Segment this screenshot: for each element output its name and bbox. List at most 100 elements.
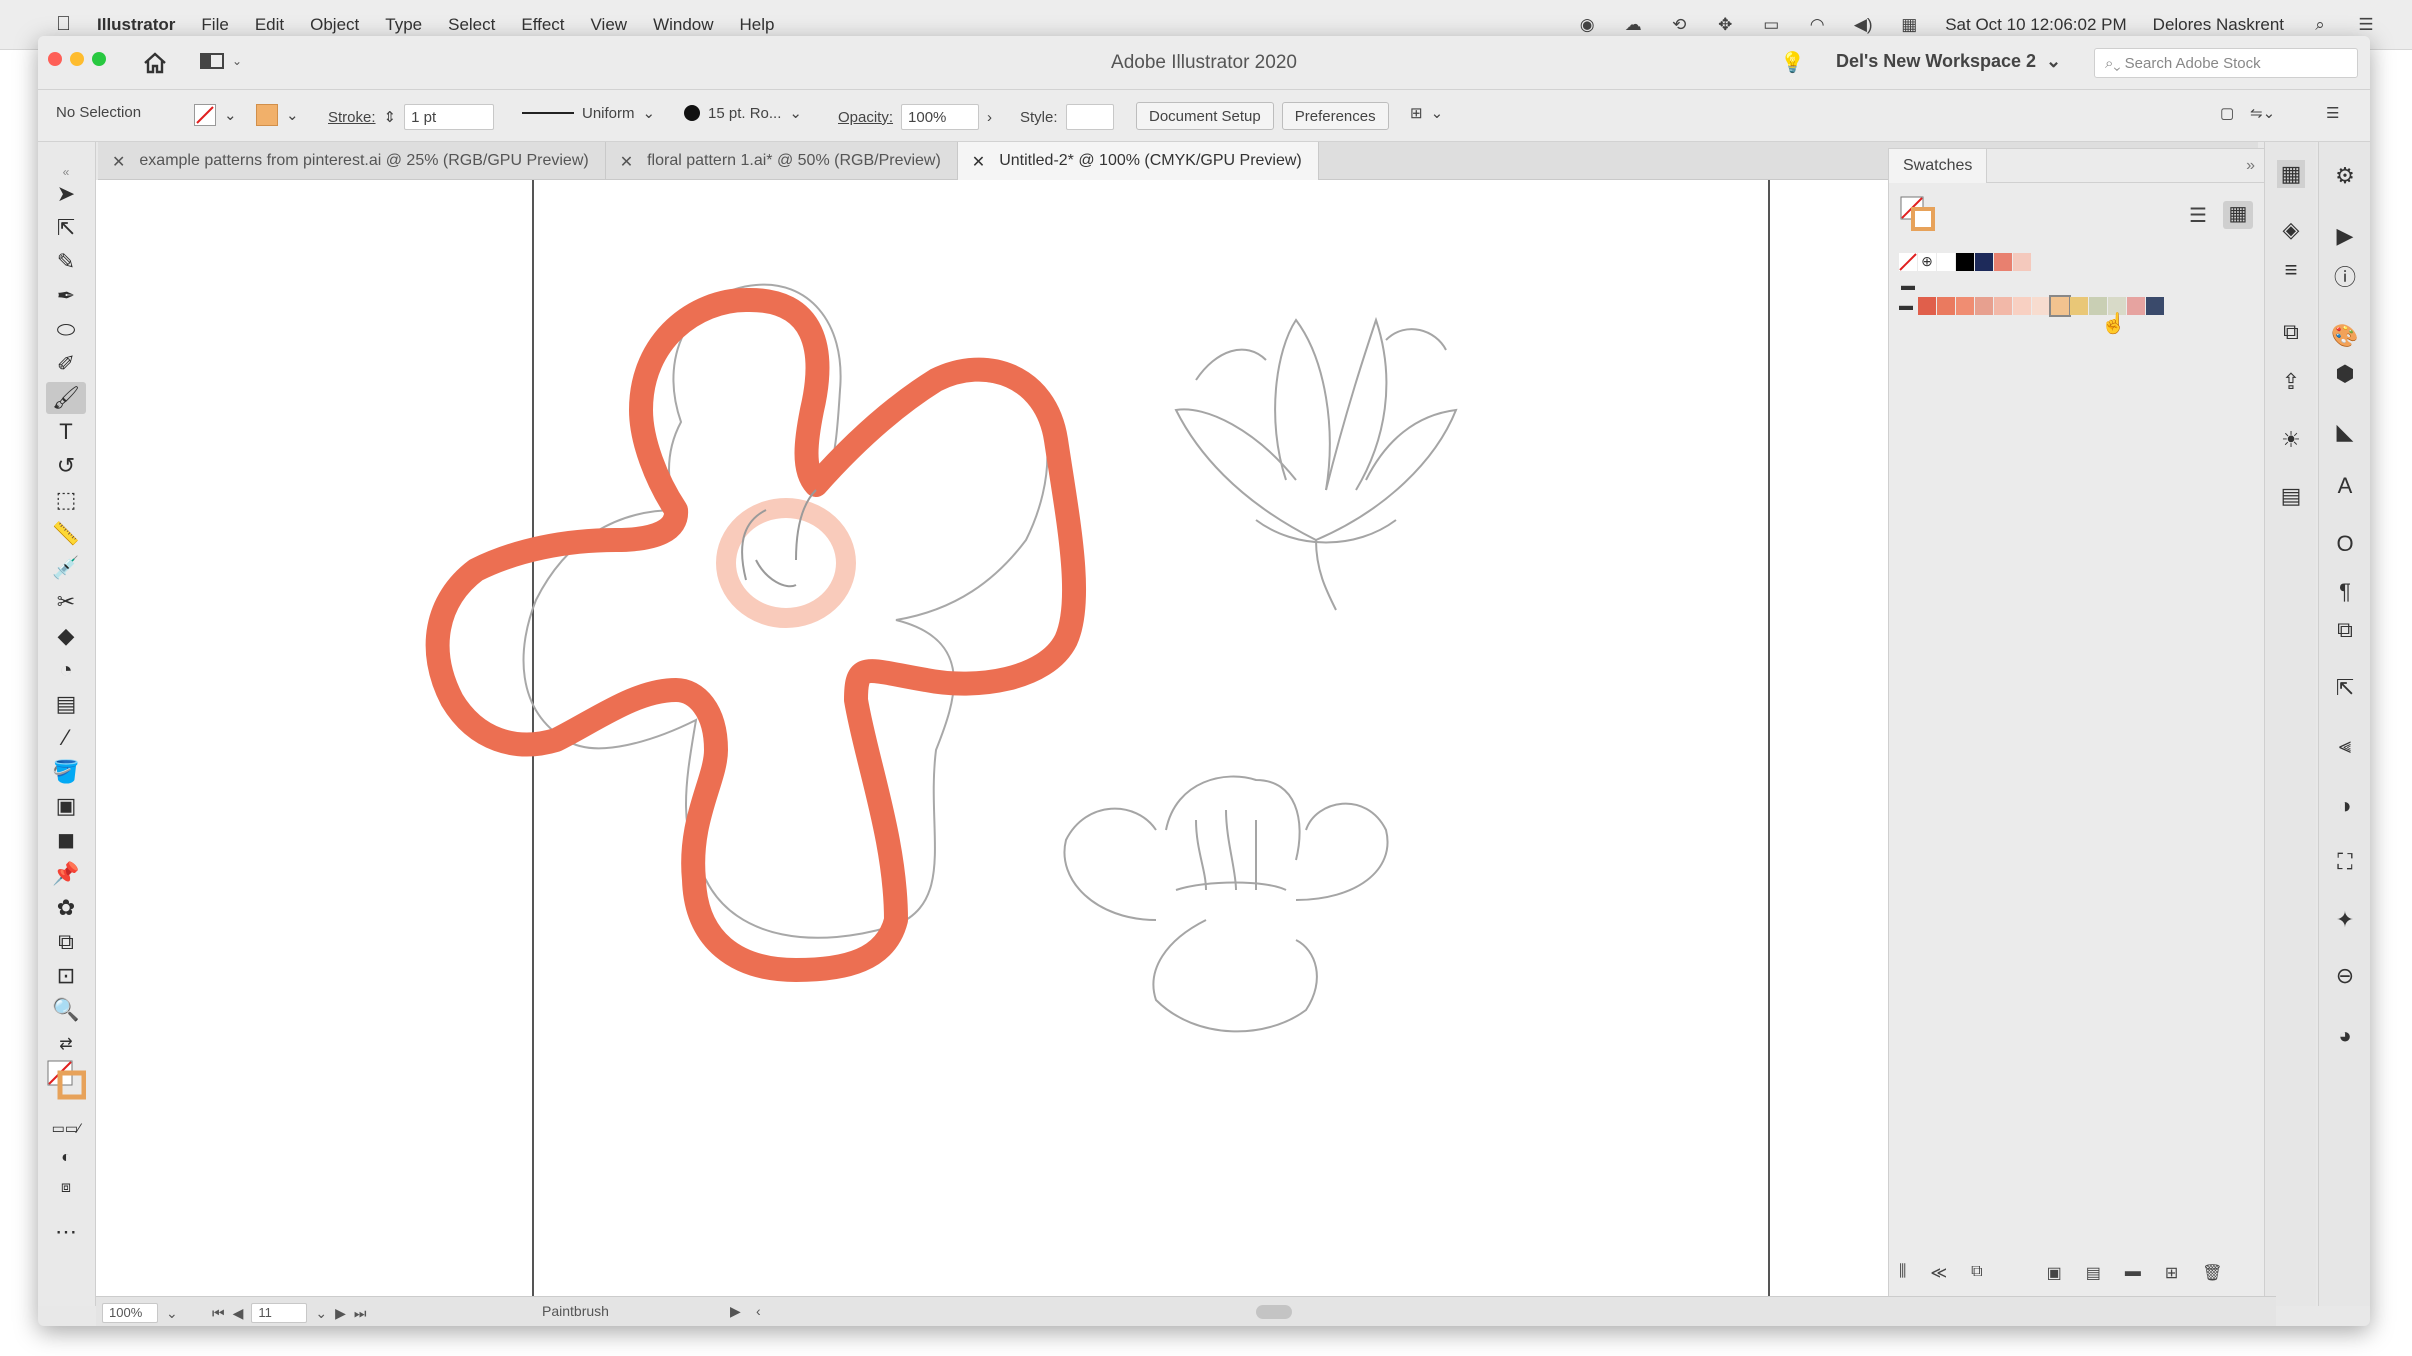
appearance-icon[interactable]: ☀ [2277,426,2305,454]
free-transform-tool-icon[interactable]: ⬚ [46,484,86,516]
stroke-color-control[interactable]: ⌄ [256,104,299,126]
menu-app[interactable]: Illustrator [97,15,175,35]
artboard-number-field[interactable]: 11 [251,1303,308,1323]
first-artboard-icon[interactable]: ⏮ [212,1305,225,1322]
menu-window[interactable]: Window [653,15,713,35]
swatch-group-13[interactable] [2146,297,2164,315]
folder-icon[interactable]: ▬ [2125,1263,2141,1283]
calendar-icon[interactable]: ▦ [1899,15,1919,35]
grid-view-icon[interactable]: ▦ [2223,201,2253,229]
pathfinder-icon[interactable]: ⧉ [2331,616,2359,644]
swatch-registration[interactable]: ⊕ [1918,253,1936,271]
folder-icon[interactable]: ▬ [1901,277,1915,293]
layers-icon[interactable]: ◈ [2277,216,2305,244]
stroke-weight-field[interactable]: 1 pt [404,104,495,130]
swatch-options-icon[interactable]: ▣ [2047,1263,2062,1283]
wifi-icon[interactable]: ◠ [1807,15,1827,35]
user-name[interactable]: Delores Naskrent [2153,15,2284,35]
tab-floral-pattern[interactable]: ✕ floral pattern 1.ai* @ 50% (RGB/Previe… [606,142,958,180]
menu-edit[interactable]: Edit [255,15,284,35]
swatch-group-1[interactable] [1918,297,1936,315]
search-adobe-stock-input[interactable]: ⌕⌄ Search Adobe Stock [2094,48,2358,78]
transform-icon[interactable]: ⛶ [2331,848,2359,876]
swatch-group-3[interactable] [1956,297,1974,315]
chevron-down-icon[interactable]: ⌄ [315,1305,327,1322]
delete-swatch-icon[interactable]: 🗑 [2202,1263,2222,1283]
perspective-tool-icon[interactable]: ▣ [46,790,86,822]
links-panel-icon[interactable]: ▤ [2277,482,2305,510]
align-options-button[interactable]: ⊞ ⌄ [1410,104,1443,122]
color-picker-tool-icon[interactable]: ⁄ [46,722,86,754]
swatch-libraries-icon[interactable]: ⫼ [1899,1263,1906,1283]
shape-builder-tool-icon[interactable]: ◔ [46,654,86,686]
notification-center-icon[interactable]: ☰ [2356,15,2376,35]
ellipse-tool-icon[interactable]: ⬭ [46,314,86,346]
menu-effect[interactable]: Effect [521,15,564,35]
artboards-icon[interactable]: ⧉ [2277,318,2305,346]
asset-export-icon[interactable]: ⇪ [2277,368,2305,396]
variable-width-profile[interactable]: Uniform ⌄ [522,104,655,122]
swatch-black[interactable] [1956,253,1974,271]
expand-panel-icon[interactable]: » [2246,157,2255,175]
menu-type[interactable]: Type [385,15,422,35]
swatches-tab[interactable]: Swatches [1889,148,1988,183]
swatch-blush[interactable] [2013,253,2031,271]
fill-control[interactable]: ⌄ [194,104,237,126]
pin-tool-icon[interactable]: 📌 [46,858,86,890]
swatch-group-5[interactable] [1994,297,2012,315]
opentype-icon[interactable]: O [2331,530,2359,558]
record-icon[interactable]: ◉ [1577,15,1597,35]
chevron-right-icon[interactable]: › [987,109,992,126]
canvas[interactable] [96,180,1924,1300]
brush-definition[interactable]: 15 pt. Ro... ⌄ [684,104,802,122]
creative-cloud-icon[interactable]: ☁ [1623,15,1643,35]
arrange-icon[interactable]: ▢ [2220,104,2234,122]
symbol-sprayer-tool-icon[interactable]: ✿ [46,892,86,924]
pencil-tool-icon[interactable]: ✐ [46,348,86,380]
eyedropper-tool-icon[interactable]: 💉 [46,552,86,584]
rotate-tool-icon[interactable]: ↺ [46,450,86,482]
paintbrush-tool-icon[interactable]: 🖌 [46,382,86,414]
blend-tool-icon[interactable]: ⧉ [46,926,86,958]
actions-play-icon[interactable]: ▶ [2331,222,2359,250]
direct-selection-tool-icon[interactable]: ⇱ [46,212,86,244]
eraser-tool-icon[interactable]: ◆ [46,620,86,652]
draw-mode-icon[interactable]: ◐ [46,1142,86,1174]
swatch-group-6[interactable] [2013,297,2031,315]
links-icon[interactable]: ⊖ [2331,962,2359,990]
previous-artboard-icon[interactable]: ◀ [233,1305,244,1322]
swatch-navy[interactable] [1975,253,1993,271]
menu-file[interactable]: File [201,15,228,35]
transparency-icon[interactable]: ◑ [2331,792,2359,820]
align-panel-icon[interactable]: ⫷ [2331,732,2359,760]
swatch-group-12[interactable] [2127,297,2145,315]
gradient-tool-icon[interactable]: ▤ [46,688,86,720]
color-palette-icon[interactable]: 🎨 [2331,322,2359,350]
zoom-tool-icon[interactable]: 🔍 [46,994,86,1026]
info-icon[interactable]: ⓘ [2331,262,2359,290]
swatches-panel-icon[interactable]: ▦ [2277,160,2305,188]
scroll-left-icon[interactable]: ‹ [756,1303,761,1319]
zoom-field[interactable]: 100% [102,1303,158,1323]
graphic-style-picker[interactable] [1065,104,1114,130]
close-icon[interactable]: ✕ [620,152,633,180]
paragraph-icon[interactable]: ¶ [2331,578,2359,606]
menu-view[interactable]: View [591,15,628,35]
move-icon[interactable]: ✥ [1715,15,1735,35]
new-color-group-icon[interactable]: ▤ [2086,1263,2101,1283]
status-menu-arrow-icon[interactable]: ▶ [730,1303,741,1320]
stroke-label[interactable]: Stroke: [328,109,376,126]
swatch-none[interactable] [1899,253,1917,271]
swatch-white[interactable] [1937,253,1955,271]
color-group-folder-icon[interactable]: ▬ [1899,297,1917,315]
swatch-group-8[interactable] [2049,295,2071,317]
clock[interactable]: Sat Oct 10 12:06:02 PM [1945,15,2126,35]
airplay-icon[interactable]: ▭ [1761,15,1781,35]
lightbulb-icon[interactable]: 💡 [1780,50,1805,75]
more-tools-icon[interactable]: ⋯ [46,1216,86,1248]
selection-tool-icon[interactable]: ➤ [46,178,86,210]
document-setup-button[interactable]: Document Setup [1136,102,1274,130]
time-machine-icon[interactable]: ⟲ [1669,15,1689,35]
tab-untitled-2[interactable]: ✕ Untitled-2* @ 100% (CMYK/GPU Preview) [957,142,1319,180]
stepper-icon[interactable]: ⇕ [384,108,397,126]
